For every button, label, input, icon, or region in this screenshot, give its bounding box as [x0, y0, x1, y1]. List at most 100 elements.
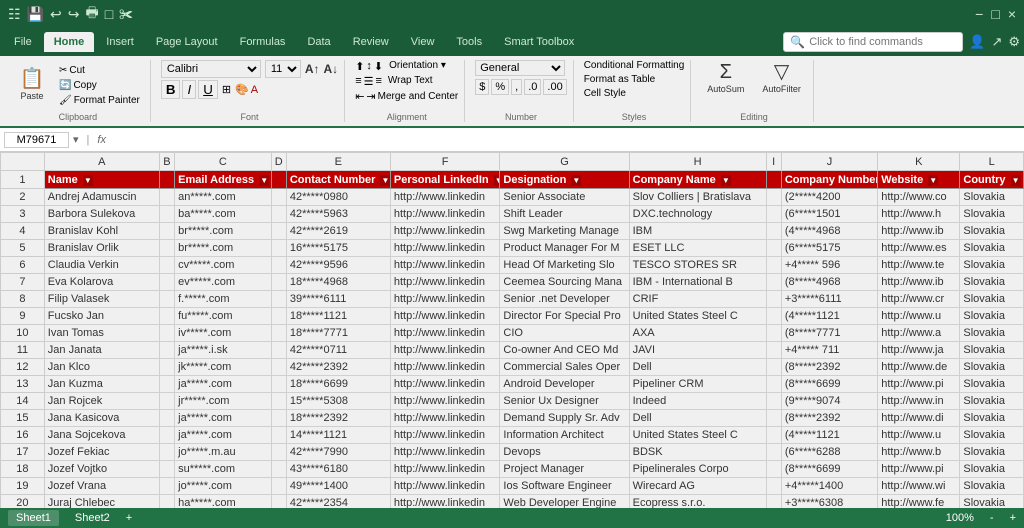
cell-r13-c7[interactable]: Pipeliner CRM [629, 376, 766, 393]
cell-r19-c5[interactable]: http://www.linkedin [390, 478, 500, 495]
cell-r15-c1[interactable] [159, 410, 174, 427]
cell-r9-c8[interactable] [766, 308, 781, 325]
cell-r17-c5[interactable]: http://www.linkedin [390, 444, 500, 461]
filter-designation-icon[interactable]: ▼ [571, 175, 581, 186]
cell-r9-c9[interactable]: (4*****1121 [781, 308, 877, 325]
cell-r14-c3[interactable] [271, 393, 286, 410]
cell-r16-c8[interactable] [766, 427, 781, 444]
settings-icon[interactable]: ⚙ [1008, 34, 1020, 50]
font-size-select[interactable]: 11 [265, 60, 301, 78]
col-header-A[interactable]: A [44, 153, 159, 171]
cell-r2-c10[interactable]: http://www.co [878, 189, 960, 206]
conditional-formatting-button[interactable]: Conditional Formatting [584, 60, 685, 71]
command-search-box[interactable]: 🔍 [783, 32, 963, 52]
cell-r10-c10[interactable]: http://www.a [878, 325, 960, 342]
cell-r18-c7[interactable]: Pipelinerales Corpo [629, 461, 766, 478]
align-right-icon[interactable]: ≡ [375, 75, 381, 88]
cell-r9-c7[interactable]: United States Steel C [629, 308, 766, 325]
cell-r5-c6[interactable]: Product Manager For M [500, 240, 629, 257]
col-header-F[interactable]: F [390, 153, 500, 171]
cell-r2-c4[interactable]: 42*****0980 [286, 189, 390, 206]
cell-r5-c11[interactable]: Slovakia [960, 240, 1024, 257]
cell-r5-c2[interactable]: br*****.com [175, 240, 271, 257]
cell-r15-c2[interactable]: ja*****.com [175, 410, 271, 427]
cell-r11-c2[interactable]: ja*****.i.sk [175, 342, 271, 359]
cell-r16-c1[interactable] [159, 427, 174, 444]
copy-sq-icon[interactable]: □ [105, 6, 113, 22]
share-icon[interactable]: ↗ [991, 34, 1002, 50]
cell-r17-c1[interactable] [159, 444, 174, 461]
cell-r14-c4[interactable]: 15*****5308 [286, 393, 390, 410]
cell-r18-c5[interactable]: http://www.linkedin [390, 461, 500, 478]
cell-r8-c6[interactable]: Senior .net Developer [500, 291, 629, 308]
filter-company-icon[interactable]: ▼ [721, 175, 731, 186]
format-painter-button[interactable]: 🖌 Format Painter [55, 94, 144, 107]
tab-data[interactable]: Data [297, 32, 340, 52]
close-icon[interactable]: × [1008, 6, 1016, 22]
cell-r19-c9[interactable]: +4*****1400 [781, 478, 877, 495]
add-sheet-icon[interactable]: + [126, 512, 132, 524]
cell-r2-c3[interactable] [271, 189, 286, 206]
cell-r18-c6[interactable]: Project Manager [500, 461, 629, 478]
formula-expand-icon[interactable]: ▾ [73, 133, 79, 146]
cell-r6-c3[interactable] [271, 257, 286, 274]
cell-r15-c0[interactable]: Jana Kasicova [44, 410, 159, 427]
cell-r2-c2[interactable]: an*****.com [175, 189, 271, 206]
cell-r12-c6[interactable]: Commercial Sales Oper [500, 359, 629, 376]
cell-r14-c10[interactable]: http://www.in [878, 393, 960, 410]
filter-website-icon[interactable]: ▼ [928, 175, 938, 186]
font-family-select[interactable]: Calibri [161, 60, 261, 78]
cell-r2-c7[interactable]: Slov Colliers | Bratislava [629, 189, 766, 206]
cell-r3-c7[interactable]: DXC.technology [629, 206, 766, 223]
cell-r7-c9[interactable]: (8*****4968 [781, 274, 877, 291]
tab-tools[interactable]: Tools [446, 32, 492, 52]
cell-r16-c6[interactable]: Information Architect [500, 427, 629, 444]
cell-r19-c4[interactable]: 49*****1400 [286, 478, 390, 495]
cell-r5-c8[interactable] [766, 240, 781, 257]
cell-r8-c5[interactable]: http://www.linkedin [390, 291, 500, 308]
cell-r9-c11[interactable]: Slovakia [960, 308, 1024, 325]
underline-button[interactable]: U [198, 80, 218, 99]
col-header-B[interactable]: B [159, 153, 174, 171]
cell-r8-c8[interactable] [766, 291, 781, 308]
cut-button[interactable]: ✂ Cut [55, 64, 144, 77]
italic-button[interactable]: I [182, 80, 196, 99]
cell-r17-c4[interactable]: 42*****7990 [286, 444, 390, 461]
cell-r13-c2[interactable]: ja*****.com [175, 376, 271, 393]
tab-file[interactable]: File [4, 32, 42, 52]
cell-r9-c0[interactable]: Fucsko Jan [44, 308, 159, 325]
indent-dec-icon[interactable]: ⇤ [355, 90, 364, 103]
cell-r12-c8[interactable] [766, 359, 781, 376]
cell-r6-c10[interactable]: http://www.te [878, 257, 960, 274]
cell-r17-c10[interactable]: http://www.b [878, 444, 960, 461]
col-header-I[interactable]: I [766, 153, 781, 171]
cell-r12-c11[interactable]: Slovakia [960, 359, 1024, 376]
cell-r16-c3[interactable] [271, 427, 286, 444]
cell-r4-c1[interactable] [159, 223, 174, 240]
cell-r9-c1[interactable] [159, 308, 174, 325]
cell-r7-c3[interactable] [271, 274, 286, 291]
cell-r15-c7[interactable]: Dell [629, 410, 766, 427]
account-icon[interactable]: 👤 [969, 34, 985, 50]
cell-r4-c11[interactable]: Slovakia [960, 223, 1024, 240]
cell-r8-c1[interactable] [159, 291, 174, 308]
cell-r3-c8[interactable] [766, 206, 781, 223]
cell-r15-c5[interactable]: http://www.linkedin [390, 410, 500, 427]
cell-r12-c4[interactable]: 42*****2392 [286, 359, 390, 376]
bold-button[interactable]: B [161, 80, 181, 99]
cell-r2-c9[interactable]: (2*****4200 [781, 189, 877, 206]
tab-view[interactable]: View [401, 32, 445, 52]
filter-country-icon[interactable]: ▼ [1011, 175, 1021, 186]
cell-r6-c1[interactable] [159, 257, 174, 274]
cell-r5-c4[interactable]: 16*****5175 [286, 240, 390, 257]
cell-r19-c6[interactable]: Ios Software Engineer [500, 478, 629, 495]
cell-r5-c3[interactable] [271, 240, 286, 257]
cell-r6-c4[interactable]: 42*****9596 [286, 257, 390, 274]
cell-r16-c5[interactable]: http://www.linkedin [390, 427, 500, 444]
cell-r3-c10[interactable]: http://www.h [878, 206, 960, 223]
cell-r10-c8[interactable] [766, 325, 781, 342]
cell-r10-c4[interactable]: 18*****7771 [286, 325, 390, 342]
align-center-icon[interactable]: ☰ [364, 75, 374, 88]
cell-r7-c0[interactable]: Eva Kolarova [44, 274, 159, 291]
cell-r11-c1[interactable] [159, 342, 174, 359]
